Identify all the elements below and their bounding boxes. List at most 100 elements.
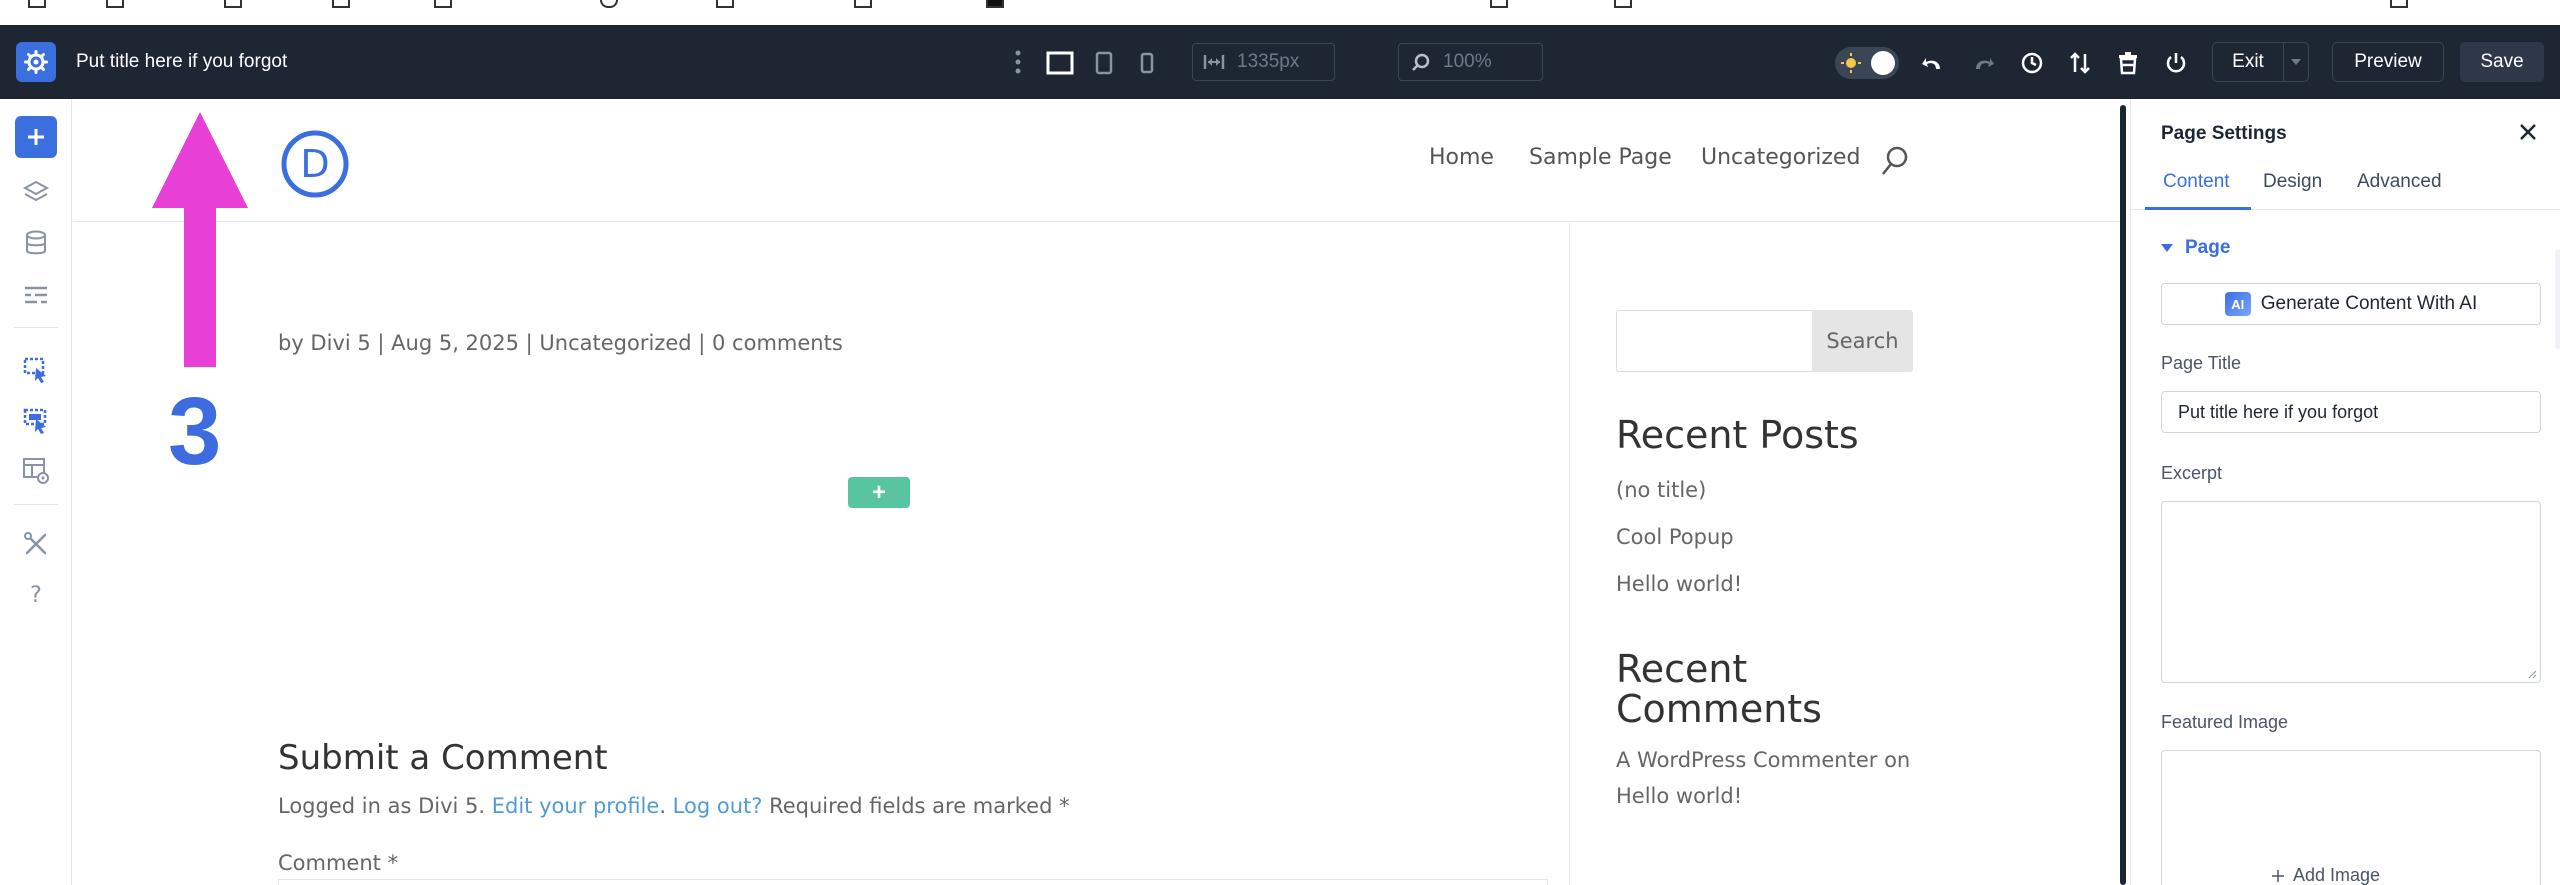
plus-icon xyxy=(28,129,44,145)
recent-comment-author[interactable]: A WordPress Commenter on xyxy=(1616,748,1910,772)
sidebar-search-button[interactable]: Search xyxy=(1812,310,1913,372)
close-panel-button[interactable] xyxy=(2513,117,2543,147)
add-row-button[interactable]: + xyxy=(848,477,910,508)
site-header: D Home Sample Page Uncategorized xyxy=(73,99,2120,222)
page-section-toggle[interactable]: Page xyxy=(2161,237,2230,259)
bookmark-icon xyxy=(332,0,350,8)
caret-down-icon xyxy=(2161,244,2173,252)
panel-scrollbar[interactable] xyxy=(2555,249,2560,349)
zoom-field[interactable]: 100% xyxy=(1398,43,1543,81)
section-label: Page xyxy=(2185,237,2231,258)
required-notice: Required fields are marked * xyxy=(762,794,1070,818)
recent-comment-post-link[interactable]: Hello world! xyxy=(1616,784,1742,808)
add-image-label: Add Image xyxy=(2293,865,2381,885)
canvas-width-value: 1335px xyxy=(1237,51,1300,72)
plus-icon xyxy=(2272,869,2284,882)
preview-button[interactable]: Preview xyxy=(2332,42,2444,82)
bookmark-icon xyxy=(1614,0,1632,8)
add-module-button[interactable] xyxy=(15,116,57,158)
tab-advanced[interactable]: Advanced xyxy=(2357,171,2442,193)
logged-in-notice: Logged in as Divi 5. Edit your profile. … xyxy=(278,794,1070,818)
browser-bookmark-strip xyxy=(0,0,2560,25)
bookmark-icon xyxy=(224,0,242,8)
recent-comments-heading-line1: Recent xyxy=(1616,647,1748,691)
tab-design[interactable]: Design xyxy=(2263,171,2322,193)
exit-dropdown-button[interactable] xyxy=(2283,42,2309,82)
trash-icon[interactable] xyxy=(2114,49,2142,77)
search-icon[interactable] xyxy=(1881,145,1909,177)
recent-post-link[interactable]: Cool Popup xyxy=(1616,525,1734,549)
rail-divider xyxy=(14,327,58,328)
bookmark-icon xyxy=(2390,0,2408,8)
logo-letter: D xyxy=(300,142,329,186)
resize-handle-icon[interactable] xyxy=(2527,669,2537,679)
recent-comments-heading-line2: Comments xyxy=(1616,687,1822,731)
phone-view-icon[interactable] xyxy=(1136,49,1158,77)
recent-posts-heading: Recent Posts xyxy=(1616,413,1859,457)
canvas-width-field[interactable]: 1335px xyxy=(1192,43,1335,81)
bookmark-icon xyxy=(600,0,618,8)
zoom-value: 100% xyxy=(1443,51,1492,72)
theme-toggle[interactable] xyxy=(1835,47,1899,79)
portability-icon[interactable] xyxy=(2066,49,2094,77)
bookmark-icon xyxy=(854,0,872,8)
exit-button[interactable]: Exit xyxy=(2212,42,2284,82)
layers-icon[interactable] xyxy=(20,176,52,208)
excerpt-label: Excerpt xyxy=(2161,463,2223,483)
redo-icon[interactable] xyxy=(1970,49,1998,77)
canvas-scroll-separator[interactable] xyxy=(2120,105,2126,885)
post-meta: by Divi 5 | Aug 5, 2025 | Uncategorized … xyxy=(278,331,843,355)
annotation-step-number: 3 xyxy=(168,378,222,485)
rail-divider xyxy=(14,504,58,505)
page-canvas: D Home Sample Page Uncategorized by Divi… xyxy=(73,99,2120,885)
sun-icon xyxy=(1841,53,1861,73)
list-settings-icon[interactable] xyxy=(20,279,52,311)
undo-icon[interactable] xyxy=(1918,49,1946,77)
generate-content-ai-button[interactable]: AI Generate Content With AI xyxy=(2161,283,2541,325)
page-title-input[interactable]: Put title here if you forgot xyxy=(2161,391,2541,433)
recent-post-link[interactable]: Hello world! xyxy=(1616,572,1742,596)
bookmark-icon xyxy=(28,0,46,8)
nav-sample-page-link[interactable]: Sample Page xyxy=(1529,145,1672,170)
page-title-label: Page Title xyxy=(2161,353,2242,373)
content-sidebar-divider xyxy=(1569,223,1570,885)
featured-image-label: Featured Image xyxy=(2161,712,2289,732)
logged-prefix: Logged in as Divi 5. xyxy=(278,794,492,818)
chevron-down-icon xyxy=(2291,59,2301,65)
preview-layout-icon[interactable] xyxy=(20,455,52,487)
ai-icon: AI xyxy=(2224,292,2251,316)
edit-profile-link[interactable]: Edit your profile xyxy=(492,794,660,818)
tablet-view-icon[interactable] xyxy=(1092,49,1116,77)
page-settings-button[interactable] xyxy=(16,42,56,82)
toolbar-page-title[interactable]: Put title here if you forgot xyxy=(76,25,287,99)
close-icon xyxy=(2520,124,2536,140)
logout-link[interactable]: Log out? xyxy=(673,794,763,818)
more-options-icon[interactable] xyxy=(1010,47,1026,77)
click-select-icon[interactable] xyxy=(20,354,52,386)
builder-toolbar: Put title here if you forgot 1335px 100% xyxy=(0,25,2560,99)
page-settings-panel: Page Settings Content Design Advanced Pa… xyxy=(2130,99,2560,885)
nav-home-link[interactable]: Home xyxy=(1429,145,1494,170)
multi-select-icon[interactable] xyxy=(20,405,52,437)
separator-text: . xyxy=(659,794,673,818)
comment-textarea[interactable] xyxy=(278,879,1548,885)
tools-icon[interactable] xyxy=(20,528,52,560)
excerpt-textarea[interactable] xyxy=(2161,501,2541,683)
tab-content[interactable]: Content xyxy=(2163,171,2230,193)
help-icon[interactable]: ? xyxy=(20,579,52,611)
comment-label: Comment * xyxy=(278,851,399,875)
nav-uncategorized-link[interactable]: Uncategorized xyxy=(1701,145,1860,170)
power-icon[interactable] xyxy=(2162,49,2190,77)
save-button[interactable]: Save xyxy=(2460,42,2544,82)
toggle-knob xyxy=(1871,51,1895,75)
recent-post-link[interactable]: (no title) xyxy=(1616,478,1706,502)
ai-button-label: Generate Content With AI xyxy=(2260,293,2478,314)
desktop-view-icon[interactable] xyxy=(1044,49,1076,77)
history-icon[interactable] xyxy=(2018,49,2046,77)
add-image-button[interactable]: Add Image xyxy=(2271,865,2380,885)
site-logo[interactable]: D xyxy=(281,130,349,198)
sidebar-search-input[interactable] xyxy=(1616,310,1812,372)
database-icon[interactable] xyxy=(20,227,52,259)
comment-form-heading: Submit a Comment xyxy=(278,738,608,778)
bookmark-icon xyxy=(434,0,452,8)
